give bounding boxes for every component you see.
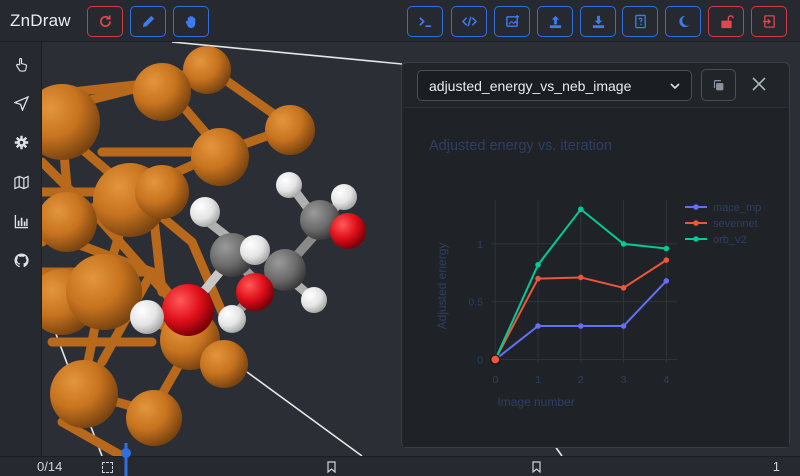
upload-icon [549,15,561,29]
unlock-icon [720,15,734,29]
timeline-handle[interactable] [121,443,131,476]
chart-point-orb_v2 [535,261,541,268]
chart-point-orb_v2 [663,245,670,252]
left-sidebar [0,42,42,456]
chart-x-tick-label: 2 [578,374,584,386]
logout-icon [762,15,775,28]
map-icon [13,174,29,190]
sidebar-item-geometry[interactable] [11,172,31,192]
code-button[interactable] [451,6,487,37]
logout-button[interactable] [751,6,787,37]
add-plot-button[interactable] [494,6,530,37]
add-image-icon [505,14,519,27]
figure-select-value: adjusted_energy_vs_neb_image [429,77,632,94]
chart-y-axis-label: Adjusted energy [435,243,449,330]
plot-area: Adjusted energy vs. iteration Image numb… [403,107,789,447]
close-icon [752,77,766,91]
chart-x-tick-label: 0 [492,374,498,386]
bar-chart-icon [14,214,28,228]
selection-box-icon[interactable] [102,462,113,473]
upload-button[interactable] [537,6,573,37]
chart-legend-label: mace_mp [713,202,761,214]
frame-right-value: 1 [772,459,780,474]
chart-selected-point [490,354,501,365]
chart-y-tick-label: 1 [477,239,483,251]
chart-x-tick-label: 3 [621,374,627,386]
chart-legend-marker [693,220,699,226]
chevron-down-icon [670,83,680,90]
chart-x-tick-label: 1 [535,374,541,386]
chart-legend-label: orb_v2 [713,234,747,246]
chart-x-tick-label: 4 [663,374,669,386]
plot-panel: adjusted_energy_vs_neb_image Adjusted en… [401,62,790,448]
energy-chart[interactable]: Adjusted energy vs. iteration Image numb… [403,108,789,448]
chart-point-mace_mp [620,323,627,329]
code-icon [461,16,477,27]
copy-icon [713,79,724,90]
reset-icon [99,15,111,27]
help-book-icon [634,14,646,29]
help-button[interactable] [622,6,658,37]
app-title: ZnDraw [10,11,71,30]
chart-legend-marker [693,204,699,210]
frame-timeline[interactable]: 0/14 1 [0,443,800,476]
reset-button[interactable] [87,6,123,37]
console-button[interactable] [407,6,443,37]
chart-legend-marker [693,236,699,242]
github-icon [13,252,29,267]
chart-point-sevennet [577,274,584,281]
chart-point-mace_mp [535,323,541,329]
bookmark-icon[interactable] [532,461,541,473]
bookmark-icon[interactable] [327,461,336,473]
pointer-hand-icon [15,57,27,72]
hand-drawing-icon [185,15,195,29]
sidebar-item-selection[interactable] [11,54,31,74]
interact-button[interactable] [173,6,209,37]
send-icon [13,95,29,111]
sidebar-item-github[interactable] [11,250,31,270]
chart-point-mace_mp [577,323,584,329]
top-toolbar: ZnDraw [0,0,800,42]
close-panel-button[interactable] [748,73,770,95]
copper-atoms [42,46,315,446]
sidebar-item-interaction[interactable] [11,93,31,113]
figure-select[interactable]: adjusted_energy_vs_neb_image [417,70,692,101]
chart-legend-label: sevennet [713,218,758,230]
app-window: ZnDraw adjusted_energy_vs_neb_image Adju… [0,0,800,476]
sidebar-item-settings[interactable] [11,132,31,152]
gear-icon [14,135,28,149]
draw-button[interactable] [130,6,166,37]
chart-y-tick-label: 0 [477,355,483,367]
download-icon [592,15,604,29]
download-button[interactable] [580,6,616,37]
chart-point-orb_v2 [620,241,627,247]
frame-counter: 0/14 [37,459,63,474]
sidebar-item-analysis[interactable] [11,211,31,231]
chart-x-axis-label: Image number [497,395,574,409]
duplicate-panel-button[interactable] [701,69,736,101]
theme-toggle-button[interactable] [665,6,701,37]
moon-icon [678,15,689,28]
chart-title: Adjusted energy vs. iteration [429,138,612,154]
lock-button[interactable] [708,6,744,37]
chart-point-sevennet [535,275,541,282]
pencil-icon [142,15,154,28]
chart-y-tick-label: 0.5 [468,297,483,309]
chart-point-mace_mp [663,278,670,284]
terminal-icon [418,17,431,28]
chart-point-sevennet [663,257,670,263]
chart-point-orb_v2 [577,206,584,213]
chart-point-sevennet [620,285,627,291]
